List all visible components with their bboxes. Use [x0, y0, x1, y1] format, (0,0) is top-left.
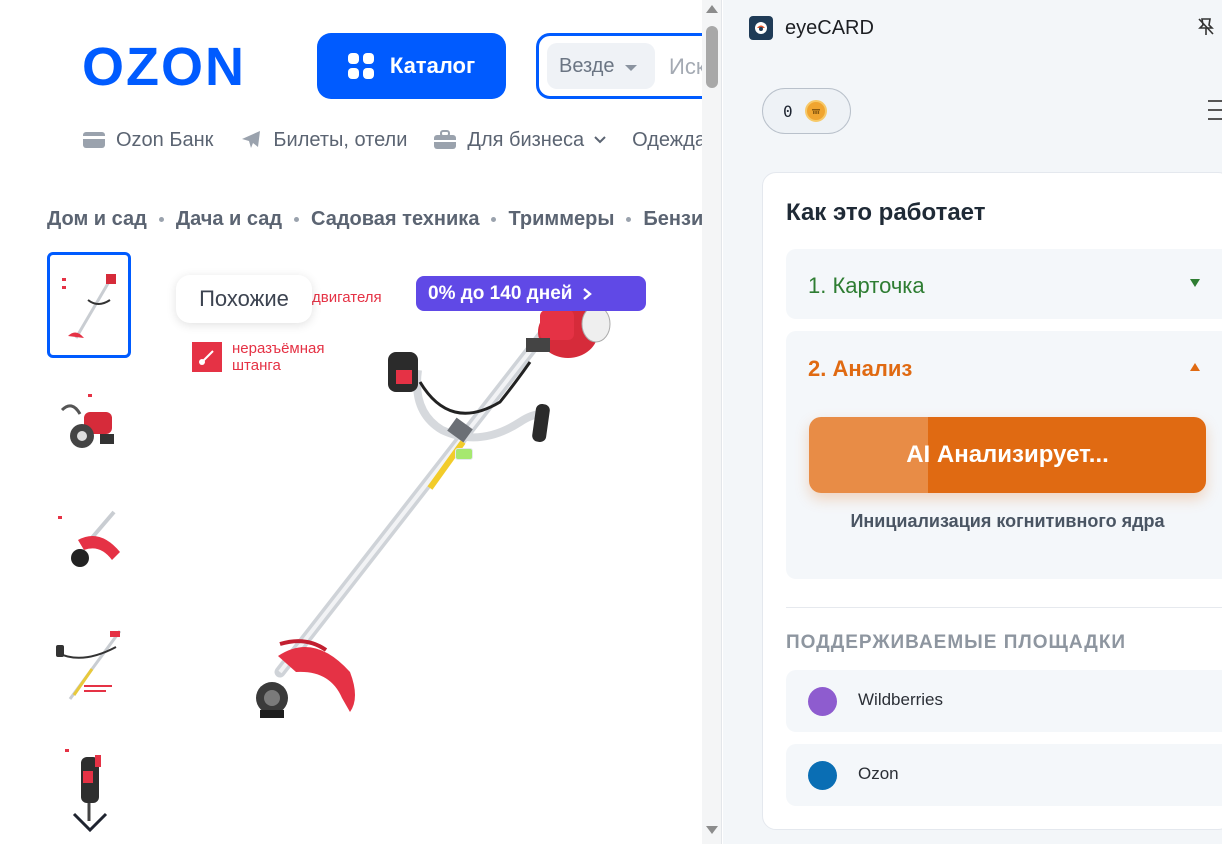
- triangle-up-icon: [1190, 363, 1200, 371]
- step-label: 1. Карточка: [808, 273, 925, 298]
- nav-item-bank[interactable]: Ozon Банк: [82, 128, 213, 152]
- eyecard-logo-icon: [749, 16, 773, 40]
- scrollbar-thumb[interactable]: [706, 26, 718, 88]
- coin-icon: [804, 100, 827, 122]
- ozon-logo[interactable]: OZON: [82, 40, 282, 92]
- nav-item-label: Билеты, отели: [273, 128, 408, 151]
- installment-badge[interactable]: 0% до 140 дней: [416, 276, 646, 460]
- coin-count: 0: [783, 101, 793, 121]
- nav-item-label: Ozon Банк: [116, 128, 214, 151]
- breadcrumb-separator: [294, 217, 300, 222]
- card-icon: [83, 132, 105, 148]
- installment-label: 0% до 140 дней: [428, 282, 573, 304]
- caret-down-icon: [624, 64, 637, 71]
- panel-header: eyeCARD: [723, 0, 1222, 56]
- top-nav: Ozon Банк Билеты, отели Для бизнеса Одеж…: [82, 128, 706, 152]
- nav-item-label: Одежда: [632, 128, 706, 151]
- coin-balance[interactable]: 0: [762, 88, 851, 134]
- nav-item-clothes[interactable]: Одежда: [632, 128, 706, 152]
- feature-line: неразъёмная: [232, 340, 325, 357]
- thumbnail-list: [47, 252, 131, 844]
- breadcrumb-separator: [626, 217, 632, 222]
- nav-item-business[interactable]: Для бизнеса: [433, 128, 606, 152]
- breadcrumb-item[interactable]: Садовая техника: [311, 208, 479, 231]
- handle-thumbnail-image: [56, 630, 122, 700]
- menu-icon[interactable]: [1208, 100, 1222, 127]
- platform-name: Wildberries: [858, 690, 944, 709]
- accordion-step-analysis[interactable]: 2. Анализ AI Анализирует... Инициализаци…: [786, 331, 1222, 579]
- thumbnail[interactable]: [47, 612, 131, 718]
- platform-dot: [808, 761, 837, 790]
- accordion-step-card[interactable]: 1. Карточка: [786, 249, 1222, 319]
- ozon-page: OZON Каталог Везде Искать на Ozon Ozon Б…: [0, 0, 722, 844]
- briefcase-icon: [434, 130, 457, 149]
- svg-text:OZON: OZON: [82, 40, 246, 92]
- supported-platforms-title: ПОДДЕРЖИВАЕМЫЕ ПЛОЩАДКИ: [786, 632, 1127, 653]
- breadcrumb-item[interactable]: Дача и сад: [176, 208, 282, 231]
- breadcrumb-separator: [491, 217, 497, 222]
- page-scrollbar[interactable]: [702, 0, 721, 844]
- eyecard-side-panel: eyeCARD 0 Как это работает 1. Карточка 2…: [723, 0, 1222, 844]
- shaft-icon: [192, 342, 222, 372]
- breadcrumb: Дом и сад Дача и сад Садовая техника Три…: [47, 208, 721, 231]
- unpin-icon[interactable]: [1197, 17, 1215, 37]
- chevron-down-icon: [594, 136, 606, 144]
- divider: [786, 607, 1222, 608]
- triangle-down-icon: [1190, 279, 1200, 287]
- analysis-status: Инициализация когнитивного ядра: [850, 511, 1165, 531]
- step-label: 2. Анализ: [808, 356, 913, 381]
- breadcrumb-item[interactable]: Триммеры: [508, 208, 614, 231]
- scroll-down-icon[interactable]: [706, 826, 718, 834]
- grid-icon: [347, 53, 374, 79]
- thumbnail[interactable]: [47, 372, 131, 478]
- platform-item-wildberries[interactable]: Wildberries: [786, 670, 1222, 732]
- nav-item-label: Для бизнеса: [467, 128, 585, 151]
- engine-thumbnail-image: [60, 394, 114, 448]
- airplane-icon: [242, 131, 261, 148]
- platform-name: Ozon: [858, 764, 899, 783]
- card-icon: [455, 448, 473, 460]
- thumbnail[interactable]: [47, 492, 131, 598]
- scroll-up-icon[interactable]: [706, 5, 718, 13]
- search-box[interactable]: Везде Искать на Ozon: [536, 33, 721, 99]
- product-main-image[interactable]: [180, 252, 700, 772]
- app-title: eyeCARD: [785, 17, 874, 39]
- chevron-right-icon: [583, 287, 593, 300]
- how-it-works-card: Как это работает 1. Карточка 2. Анализ A…: [762, 172, 1222, 830]
- ai-analyze-button[interactable]: AI Анализирует...: [809, 417, 1206, 493]
- thumbnail[interactable]: [47, 252, 131, 358]
- search-scope-label: Везде: [559, 54, 615, 77]
- breadcrumb-separator: [158, 217, 164, 222]
- catalog-button[interactable]: Каталог: [317, 33, 506, 99]
- platform-dot: [808, 687, 837, 716]
- guard-thumbnail-image: [58, 510, 120, 567]
- chevron-down-icon[interactable]: [70, 808, 110, 836]
- feature-label-shaft: неразъёмная штанга: [192, 340, 324, 374]
- section-title: Как это работает: [786, 199, 986, 226]
- trimmer-thumbnail-image: [62, 274, 116, 339]
- feature-line: штанга: [232, 357, 281, 374]
- feature-label-engine: двигателя: [312, 289, 382, 306]
- search-scope-select[interactable]: Везде: [547, 43, 655, 89]
- similar-button[interactable]: Похожие: [176, 275, 312, 323]
- feature-text: неразъёмная штанга: [232, 340, 324, 374]
- nav-item-tickets[interactable]: Билеты, отели: [239, 128, 407, 152]
- breadcrumb-item[interactable]: Дом и сад: [47, 208, 147, 231]
- catalog-label: Каталог: [389, 53, 476, 78]
- platform-item-ozon[interactable]: Ozon: [786, 744, 1222, 806]
